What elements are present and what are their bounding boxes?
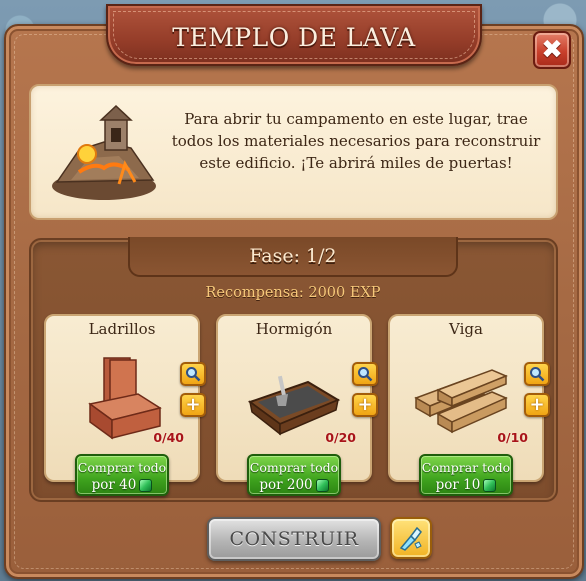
helper-button[interactable] xyxy=(390,517,432,559)
close-icon: ✖ xyxy=(541,35,563,65)
wood-beams-icon xyxy=(414,369,508,434)
close-button[interactable]: ✖ xyxy=(533,31,571,69)
magnifier-icon xyxy=(530,367,545,382)
material-count: 0/20 xyxy=(325,430,356,445)
material-count: 0/40 xyxy=(153,430,184,445)
description-text: Para abrir tu campamento en este lugar, … xyxy=(171,110,541,172)
add-button-ladrillos[interactable]: + xyxy=(180,393,206,417)
add-button-hormigon[interactable]: + xyxy=(352,393,378,417)
phase-tab: Fase: 1/2 xyxy=(128,237,458,277)
crystal-wand-icon xyxy=(399,526,422,551)
gem-icon xyxy=(315,479,329,492)
phase-label: Fase: 1/2 xyxy=(249,245,337,267)
magnifier-icon xyxy=(186,367,201,382)
plus-icon: + xyxy=(185,394,201,415)
plus-icon: + xyxy=(529,394,545,415)
buy-label: Comprar todo xyxy=(77,460,167,475)
buy-all-button-viga[interactable]: Comprar todo por 10 xyxy=(419,454,513,496)
material-name: Viga xyxy=(449,320,483,338)
title-ribbon: TEMPLO DE LAVA xyxy=(106,4,482,66)
info-panel: Para abrir tu campamento en este lugar, … xyxy=(29,84,558,220)
add-button-viga[interactable]: + xyxy=(524,393,550,417)
inspect-button-viga[interactable] xyxy=(524,362,550,386)
inspect-button-ladrillos[interactable] xyxy=(180,362,206,386)
lava-temple-icon xyxy=(52,104,156,200)
buy-all-button-ladrillos[interactable]: Comprar todo por 40 xyxy=(75,454,169,496)
buy-price: por 200 xyxy=(259,477,313,493)
buy-label: Comprar todo xyxy=(421,460,511,475)
gem-icon xyxy=(139,479,153,492)
material-name: Hormigón xyxy=(255,320,333,338)
buy-price-row: por 200 xyxy=(259,477,329,494)
bricks-icon xyxy=(88,357,162,440)
build-button[interactable]: CONSTRUIR xyxy=(207,517,381,561)
inspect-button-hormigon[interactable] xyxy=(352,362,378,386)
reward-label: Recompensa: 2000 EXP xyxy=(205,285,381,301)
buy-price: por 10 xyxy=(435,477,481,493)
plus-icon: + xyxy=(357,394,373,415)
buy-price: por 40 xyxy=(91,477,137,493)
buy-price-row: por 40 xyxy=(92,477,153,494)
buy-label: Comprar todo xyxy=(249,460,339,475)
material-name: Ladrillos xyxy=(88,320,156,338)
concrete-tray-icon xyxy=(247,375,341,436)
magnifier-icon xyxy=(358,367,373,382)
dialog-title: TEMPLO DE LAVA xyxy=(172,22,416,52)
buy-all-button-hormigon[interactable]: Comprar todo por 200 xyxy=(247,454,341,496)
buy-price-row: por 10 xyxy=(436,477,497,494)
gem-icon xyxy=(483,479,497,492)
material-count: 0/10 xyxy=(497,430,528,445)
